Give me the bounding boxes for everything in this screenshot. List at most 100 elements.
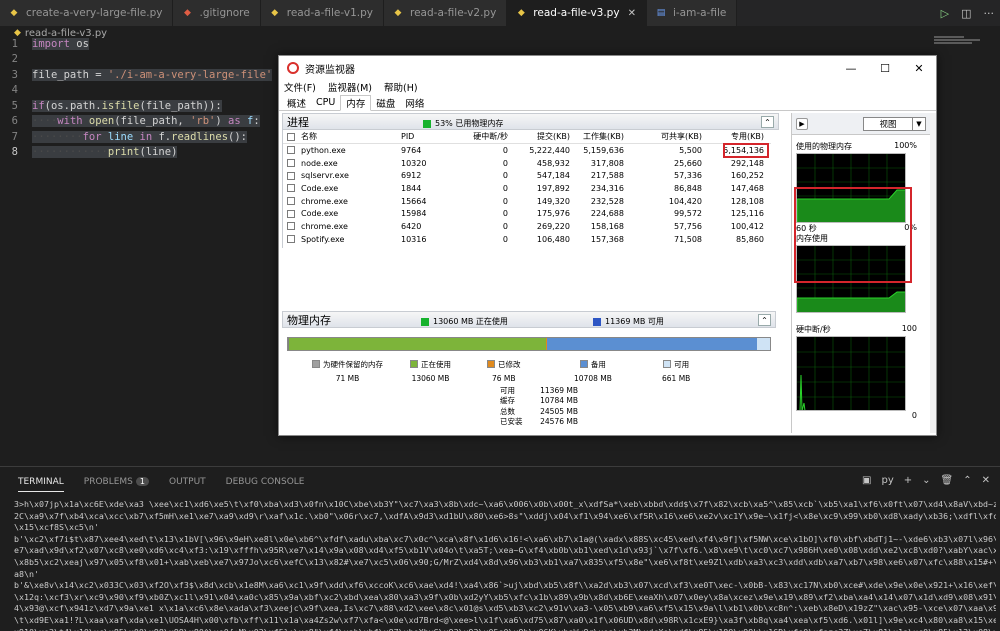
terminal-shell-name[interactable]: py — [881, 475, 893, 486]
table-cell: 5,222,440 — [529, 145, 570, 155]
collapse-icon[interactable]: ⌃ — [761, 116, 774, 128]
table-row[interactable]: sqlservr.exe 6912 0 547,184 217,588 57,336 160… — [283, 169, 771, 182]
table-row[interactable]: chrome.exe 6420 0 269,220 158,168 57,756 100,4… — [283, 220, 771, 233]
table-cell: 0 — [502, 234, 508, 244]
column-header[interactable]: 名称 — [301, 131, 317, 142]
terminal-line: b'&\xe8v\x14\xc2\x033C\x03\xf2O\xf3$\x8d… — [14, 580, 996, 591]
line-number: 3 — [11, 68, 18, 81]
table-cell: 25,660 — [674, 158, 702, 168]
memory-used-indicator-icon — [423, 119, 431, 128]
table-row[interactable]: chrome.exe 15664 0 149,320 232,528 104,420 128… — [283, 195, 771, 208]
column-header[interactable]: 可共享(KB) — [661, 131, 702, 142]
table-cell: 6420 — [401, 221, 422, 231]
resmon-tab[interactable]: 内存 — [340, 95, 372, 111]
code-line[interactable]: 3 file_path = './i-am-a-very-large-file' — [0, 67, 280, 83]
view-button[interactable]: 视图 — [863, 116, 913, 131]
code-line[interactable]: 4 — [0, 83, 280, 99]
table-cell: 0 — [502, 196, 508, 206]
minimize-button[interactable]: — — [834, 56, 868, 80]
table-row[interactable]: Code.exe 1844 0 197,892 234,316 86,848 147,468 — [283, 182, 771, 195]
maximize-panel-icon[interactable]: ⌃ — [963, 475, 971, 486]
table-cell: 71,508 — [674, 234, 702, 244]
code-editor[interactable]: 1 import os 2 3 file_path = './i-am-a-very-l… — [0, 36, 280, 159]
table-cell: 128,108 — [730, 196, 764, 206]
code-line[interactable]: 2 — [0, 52, 280, 68]
kill-terminal-icon[interactable]: 🗑 — [941, 475, 954, 486]
resmon-tab[interactable]: 概述 — [282, 95, 311, 110]
close-panel-icon[interactable]: ✕ — [982, 475, 990, 486]
row-checkbox[interactable] — [287, 171, 295, 180]
row-checkbox[interactable] — [287, 222, 295, 231]
table-cell: 125,116 — [730, 209, 764, 219]
row-checkbox[interactable] — [287, 146, 295, 155]
minimap[interactable] — [934, 36, 986, 50]
view-dropdown-icon[interactable]: ▼ — [913, 116, 926, 131]
tab-debug-console[interactable]: DEBUG CONSOLE — [226, 477, 305, 487]
table-row[interactable]: python.exe 9764 0 5,222,440 5,159,636 5,500 5,… — [283, 144, 771, 157]
stat-value: 24505 MB — [540, 406, 578, 416]
chevron-down-icon[interactable]: ⌄ — [922, 475, 930, 486]
table-cell: 149,320 — [536, 196, 570, 206]
tab-terminal[interactable]: TERMINAL — [18, 477, 64, 492]
code-line[interactable]: 1 import os — [0, 36, 280, 52]
tab-problems[interactable]: PROBLEMS 1 — [84, 477, 149, 487]
table-row[interactable]: Spotify.exe 10316 0 106,480 157,368 71,508 85,… — [283, 233, 771, 246]
row-checkbox[interactable] — [287, 197, 295, 206]
stat-label: 可用 — [500, 386, 515, 395]
column-header[interactable]: PID — [401, 132, 414, 141]
menu-item[interactable]: 帮助(H) — [384, 80, 418, 94]
code-line[interactable]: 5 if(os.path.isfile(file_path)): — [0, 98, 280, 114]
more-actions-icon[interactable]: ··· — [984, 7, 995, 20]
title-bar[interactable]: 资源监视器 — ☐ ✕ — [279, 56, 936, 80]
processes-header[interactable]: 进程 53% 已用物理内存 ⌃ — [282, 113, 779, 130]
resmon-tab[interactable]: 磁盘 — [371, 95, 400, 110]
in-use-summary: 13060 MB 正在使用 — [433, 317, 508, 326]
legend-value: 10708 MB — [574, 374, 612, 383]
physical-memory-header[interactable]: 物理内存 13060 MB 正在使用 11369 MB 可用 ⌃ — [282, 311, 776, 328]
table-row[interactable]: node.exe 10320 0 458,932 317,808 25,660 292,14… — [283, 157, 771, 170]
column-header[interactable]: 专用(KB) — [731, 131, 764, 142]
editor-tab[interactable]: ◆ read-a-file-v1.py — [260, 0, 385, 26]
new-terminal-icon[interactable]: + — [904, 475, 912, 486]
code-text: if(os.path.isfile(file_path)): — [32, 99, 222, 112]
code-line[interactable]: 7 ········for line in f.readlines(): — [0, 129, 280, 145]
run-icon[interactable]: ▷ — [941, 7, 949, 20]
code-line[interactable]: 6 ····with open(file_path, 'rb') as f: — [0, 114, 280, 130]
row-checkbox[interactable] — [287, 184, 295, 193]
close-tab-icon[interactable]: ✕ — [628, 8, 636, 19]
editor-tab-label: i-am-a-file — [672, 7, 727, 19]
resmon-tab[interactable]: 网络 — [400, 95, 429, 110]
close-button[interactable]: ✕ — [902, 56, 936, 80]
menu-item[interactable]: 监视器(M) — [328, 80, 372, 94]
collapse-icon[interactable]: ⌃ — [758, 314, 771, 326]
table-cell: 57,756 — [674, 221, 702, 231]
editor-tab[interactable]: ◆ create-a-very-large-file.py — [0, 0, 174, 26]
select-all-checkbox[interactable] — [287, 132, 295, 141]
table-row[interactable]: Code.exe 15984 0 175,976 224,688 99,572 125,11… — [283, 207, 771, 220]
table-cell: 317,808 — [590, 158, 624, 168]
editor-tab[interactable]: ▤ i-am-a-file — [646, 0, 738, 26]
row-checkbox[interactable] — [287, 235, 295, 244]
maximize-button[interactable]: ☐ — [868, 56, 902, 80]
column-header[interactable]: 工作集(KB) — [583, 131, 624, 142]
table-cell: 0 — [502, 221, 508, 231]
expand-arrow-icon[interactable]: ▶ — [796, 117, 808, 130]
editor-tab[interactable]: ◆ read-a-file-v3.py ✕ — [507, 0, 647, 26]
split-editor-icon[interactable]: ◫ — [961, 7, 971, 20]
resmon-tab[interactable]: CPU — [311, 95, 340, 110]
column-header[interactable]: 硬中断/秒 — [473, 131, 508, 142]
editor-tab[interactable]: ◆ .gitignore — [173, 0, 261, 26]
code-text: ········for line in f.readlines(): — [32, 130, 247, 143]
table-cell: 175,976 — [536, 209, 570, 219]
row-checkbox[interactable] — [287, 209, 295, 218]
code-line[interactable]: 8 ············print(line) — [0, 145, 280, 161]
tab-output[interactable]: OUTPUT — [169, 477, 206, 487]
terminal-output[interactable]: 3>h\x07jp\x1a\xc6E\xde\xa3 \xee\xc1\xd6\… — [14, 499, 996, 631]
column-header[interactable]: 提交(KB) — [537, 131, 570, 142]
memory-bar-segment — [757, 338, 770, 350]
code-text: ············print(line) — [32, 146, 178, 159]
editor-tab[interactable]: ◆ read-a-file-v2.py — [384, 0, 508, 26]
row-checkbox[interactable] — [287, 159, 295, 168]
python-file-icon: ◆ — [10, 8, 18, 18]
menu-item[interactable]: 文件(F) — [284, 80, 316, 94]
